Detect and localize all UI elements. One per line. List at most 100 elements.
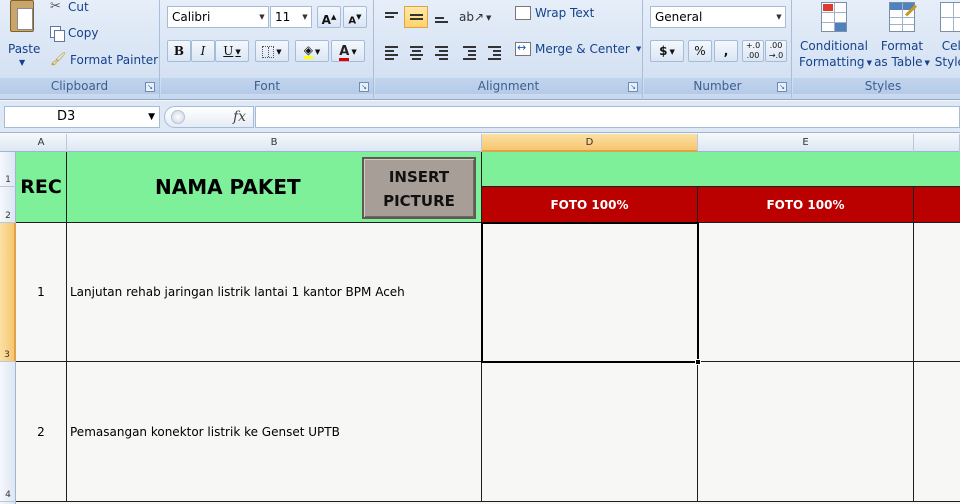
row-header-4[interactable]: 4 bbox=[0, 362, 16, 502]
formula-input[interactable] bbox=[255, 106, 960, 128]
cell-foto[interactable] bbox=[482, 362, 698, 502]
column-header-a[interactable]: A bbox=[16, 134, 67, 152]
cut-button[interactable]: ✂ Cut bbox=[50, 0, 89, 14]
underline-button[interactable]: U ▼ bbox=[215, 40, 249, 62]
insert-function-button[interactable]: fx bbox=[233, 107, 246, 127]
number-format-select[interactable]: General ▼ bbox=[650, 6, 786, 28]
cell-styles-button[interactable]: Cell Styles bbox=[933, 0, 960, 70]
copy-button[interactable]: Copy bbox=[50, 26, 99, 42]
grow-font-glyph: A bbox=[321, 13, 331, 27]
decrease-decimal-button[interactable]: .00 →.0 bbox=[765, 40, 787, 62]
cell-foto[interactable] bbox=[698, 362, 914, 502]
font-launcher-icon[interactable]: ↘ bbox=[359, 82, 369, 92]
align-bottom-icon bbox=[435, 17, 448, 25]
currency-button[interactable]: $ ▼ bbox=[650, 40, 684, 62]
cell-nama-paket[interactable]: Lanjutan rehab jaringan listrik lantai 1… bbox=[67, 223, 482, 362]
format-as-table-button[interactable]: Format as Table ▼ bbox=[873, 0, 931, 71]
row-header-1[interactable]: 1 bbox=[0, 152, 16, 187]
chevron-down-icon: ▼ bbox=[259, 13, 265, 21]
align-center-button[interactable] bbox=[404, 40, 428, 62]
align-top-button[interactable] bbox=[379, 6, 403, 28]
align-left-button[interactable] bbox=[379, 40, 403, 62]
text-orientation-icon: ab↗ bbox=[459, 10, 485, 24]
increase-indent-icon bbox=[488, 46, 501, 62]
alignment-group: ab↗▼ Wrap Text Merge & Center ▼ Alignmen… bbox=[375, 0, 643, 98]
header-cell-d1[interactable] bbox=[482, 152, 960, 187]
fill-handle[interactable] bbox=[695, 359, 701, 365]
comma-style-button[interactable]: , bbox=[714, 40, 738, 62]
insert-picture-button[interactable]: INSERT PICTURE bbox=[362, 157, 476, 219]
alignment-group-label: Alignment bbox=[375, 78, 642, 94]
borders-button[interactable]: ▼ bbox=[255, 40, 289, 62]
shrink-font-glyph: A bbox=[348, 15, 357, 27]
conditional-formatting-icon bbox=[821, 2, 847, 32]
chevron-down-icon[interactable]: ▼ bbox=[148, 107, 155, 127]
chevron-down-icon: ▼ bbox=[776, 13, 782, 21]
row-number: 2 bbox=[5, 211, 11, 221]
cell-f[interactable] bbox=[914, 223, 960, 362]
chevron-down-icon: ▼ bbox=[302, 13, 308, 21]
increase-indent-button[interactable] bbox=[482, 40, 506, 62]
currency-glyph: $ bbox=[659, 44, 668, 58]
cell-rec[interactable]: 2 bbox=[16, 362, 67, 502]
header-cell-rec[interactable]: REC bbox=[16, 152, 67, 223]
column-header-e[interactable]: E bbox=[698, 134, 914, 152]
header-cell-foto-e[interactable]: FOTO 100% bbox=[698, 187, 914, 223]
paste-icon[interactable] bbox=[10, 0, 36, 34]
cell-styles-label: Cell bbox=[941, 39, 960, 53]
wrap-text-button[interactable]: Wrap Text bbox=[515, 6, 594, 20]
row-header-3[interactable]: 3 bbox=[0, 223, 16, 362]
align-top-icon bbox=[385, 12, 398, 20]
fill-color-button[interactable]: ◈ ▼ bbox=[295, 40, 329, 62]
align-center-icon bbox=[410, 46, 423, 62]
row-number: 3 bbox=[4, 350, 10, 360]
align-left-icon bbox=[385, 46, 398, 62]
cell-foto[interactable] bbox=[482, 223, 698, 362]
cell-styles-label-2: Styles bbox=[934, 55, 960, 69]
scissors-icon: ✂ bbox=[50, 0, 61, 14]
styles-group: Conditional Formatting ▼ Format as Table ▼… bbox=[793, 0, 960, 98]
increase-decimal-button[interactable]: +.0 .00 bbox=[742, 40, 764, 62]
cell-f[interactable] bbox=[914, 362, 960, 502]
font-name-select[interactable]: Calibri ▼ bbox=[167, 6, 269, 28]
grow-font-button[interactable]: A▲ bbox=[317, 6, 341, 28]
bold-button[interactable]: B bbox=[167, 40, 191, 62]
column-header-b[interactable]: B bbox=[67, 134, 482, 152]
copy-label: Copy bbox=[68, 26, 99, 40]
align-bottom-button[interactable] bbox=[429, 6, 453, 28]
clipboard-launcher-icon[interactable]: ↘ bbox=[145, 82, 155, 92]
percent-button[interactable]: % bbox=[688, 40, 712, 62]
header-cell-f2[interactable] bbox=[914, 187, 960, 223]
alignment-launcher-icon[interactable]: ↘ bbox=[628, 82, 638, 92]
align-middle-icon bbox=[410, 14, 423, 22]
header-cell-foto-d[interactable]: FOTO 100% bbox=[482, 187, 698, 223]
formula-controls: fx bbox=[164, 106, 254, 128]
merge-center-button[interactable]: Merge & Center ▼ bbox=[515, 41, 641, 56]
format-painter-button[interactable]: 🖌 Format Painter bbox=[50, 53, 158, 68]
cell-foto[interactable] bbox=[698, 223, 914, 362]
number-group-label: Number bbox=[644, 78, 791, 94]
column-header-f[interactable] bbox=[914, 134, 960, 152]
font-size-select[interactable]: 11 ▼ bbox=[270, 6, 312, 28]
resize-handle-icon[interactable] bbox=[171, 110, 185, 124]
row-header-2[interactable]: 2 bbox=[0, 187, 16, 223]
orientation-button[interactable]: ab↗ ▼ bbox=[459, 6, 491, 28]
paste-dropdown-icon[interactable]: ▼ bbox=[19, 58, 25, 67]
align-middle-button[interactable] bbox=[404, 6, 428, 28]
align-right-button[interactable] bbox=[429, 40, 453, 62]
cell-rec[interactable]: 1 bbox=[16, 223, 67, 362]
column-header-d[interactable]: D bbox=[482, 134, 698, 152]
border-icon bbox=[262, 45, 275, 58]
name-box[interactable]: D3 ▼ bbox=[4, 106, 160, 128]
paste-button[interactable]: Paste bbox=[8, 42, 40, 56]
styles-group-label: Styles bbox=[793, 78, 960, 94]
cell-nama-paket[interactable]: Pemasangan konektor listrik ke Genset UP… bbox=[67, 362, 482, 502]
conditional-formatting-button[interactable]: Conditional Formatting ▼ bbox=[799, 0, 872, 71]
cell-styles-icon bbox=[940, 2, 960, 32]
number-launcher-icon[interactable]: ↘ bbox=[777, 82, 787, 92]
italic-button[interactable]: I bbox=[191, 40, 215, 62]
row-number: 1 bbox=[5, 175, 11, 185]
font-color-button[interactable]: A ▼ bbox=[331, 40, 365, 62]
decrease-indent-button[interactable] bbox=[457, 40, 481, 62]
shrink-font-button[interactable]: A▼ bbox=[343, 6, 367, 28]
